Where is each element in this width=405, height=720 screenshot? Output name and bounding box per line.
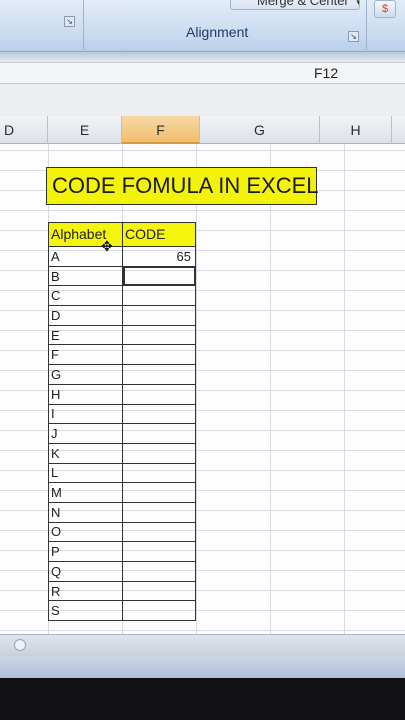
sheet-nav-icon[interactable] <box>14 639 26 651</box>
code-cell[interactable] <box>122 383 196 405</box>
column-header-d[interactable]: D <box>0 116 48 144</box>
alphabet-cell[interactable]: F <box>48 344 123 366</box>
alphabet-cell[interactable]: K <box>48 442 123 464</box>
sheet-tab-bar <box>0 634 405 656</box>
code-cell[interactable] <box>122 541 196 562</box>
table-row: R <box>48 580 196 602</box>
table-row: B <box>48 265 196 287</box>
code-cell[interactable] <box>122 462 196 484</box>
code-cell[interactable] <box>122 561 196 582</box>
code-cell[interactable] <box>122 344 196 366</box>
ribbon: ↘ Merge & Center ▾ Alignment ↘ $ <box>0 0 405 52</box>
column-headers: D E F G H <box>0 116 405 144</box>
alphabet-cell[interactable]: Q <box>48 561 123 582</box>
table-row: Q <box>48 561 196 582</box>
ribbon-separator <box>83 0 84 50</box>
alphabet-cell[interactable]: P <box>48 541 123 562</box>
table-row: E <box>48 324 196 346</box>
alphabet-cell[interactable]: D <box>48 305 123 326</box>
table-row: D <box>48 305 196 326</box>
code-cell[interactable] <box>122 364 196 385</box>
code-cell[interactable] <box>122 305 196 326</box>
merge-center-label: Merge & Center <box>257 0 349 8</box>
sheet-title-cell[interactable]: CODE FOMULA IN EXCEL <box>46 167 319 205</box>
alphabet-cell[interactable]: C <box>48 285 123 307</box>
alphabet-cell[interactable]: O <box>48 521 123 543</box>
code-cell[interactable] <box>122 580 196 602</box>
table-row: S <box>48 600 196 622</box>
code-cell[interactable] <box>122 403 196 425</box>
alphabet-cell[interactable]: H <box>48 383 123 405</box>
alphabet-cell[interactable]: S <box>48 600 123 622</box>
table-row: K <box>48 442 196 464</box>
code-cell[interactable] <box>122 521 196 543</box>
alignment-group-launcher-icon[interactable]: ↘ <box>348 31 359 42</box>
column-header-f[interactable]: F <box>122 116 200 144</box>
ribbon-separator <box>366 0 367 50</box>
font-group-launcher-icon[interactable]: ↘ <box>64 16 75 27</box>
code-cell[interactable] <box>122 423 196 444</box>
table-row: G <box>48 364 196 385</box>
table-row: O <box>48 521 196 543</box>
table-row: J <box>48 423 196 444</box>
table-row: M <box>48 482 196 503</box>
header-code[interactable]: CODE <box>122 222 196 247</box>
column-header-g[interactable]: G <box>200 116 320 144</box>
table-row: F <box>48 344 196 366</box>
alphabet-cell[interactable]: M <box>48 482 123 503</box>
code-cell[interactable] <box>122 285 196 307</box>
alphabet-cell[interactable]: N <box>48 501 123 523</box>
column-header-e[interactable]: E <box>48 116 122 144</box>
monitor-bezel <box>0 678 405 720</box>
merge-center-button[interactable]: Merge & Center ▾ <box>230 0 360 10</box>
ribbon-shadow <box>0 52 405 62</box>
code-cell[interactable] <box>122 324 196 346</box>
alphabet-cell[interactable]: E <box>48 324 123 346</box>
table-row: P <box>48 541 196 562</box>
alphabet-cell[interactable]: J <box>48 423 123 444</box>
alignment-group-label: Alignment <box>186 24 249 40</box>
alphabet-cell[interactable]: G <box>48 364 123 385</box>
table-row: H <box>48 383 196 405</box>
status-bar <box>0 656 405 678</box>
number-format-icon[interactable]: $ <box>374 0 396 18</box>
code-cell[interactable]: 65 <box>122 246 196 267</box>
alphabet-cell[interactable]: R <box>48 580 123 602</box>
table-row: I <box>48 403 196 425</box>
code-cell[interactable] <box>122 501 196 523</box>
chevron-down-icon[interactable]: ▾ <box>356 0 359 7</box>
formula-bar[interactable]: F12 <box>0 62 405 84</box>
table-row: C <box>48 285 196 307</box>
code-cell[interactable] <box>122 482 196 503</box>
code-cell[interactable] <box>122 265 196 287</box>
formula-gap <box>0 84 405 116</box>
name-box[interactable]: F12 <box>314 65 338 81</box>
alphabet-cell[interactable]: L <box>48 462 123 484</box>
cell-cursor-icon: ✥ <box>101 238 113 254</box>
table-row: L <box>48 462 196 484</box>
alphabet-code-table: Alphabet CODE A 65 B C D E F G H I J K L M N O P Q R S <box>48 222 196 622</box>
code-cell[interactable] <box>122 600 196 622</box>
alphabet-cell[interactable]: B <box>48 265 123 287</box>
table-row: N <box>48 501 196 523</box>
alphabet-cell[interactable]: I <box>48 403 123 425</box>
table-row: A 65 <box>48 246 196 267</box>
code-cell[interactable] <box>122 442 196 464</box>
column-header-h[interactable]: H <box>320 116 392 144</box>
